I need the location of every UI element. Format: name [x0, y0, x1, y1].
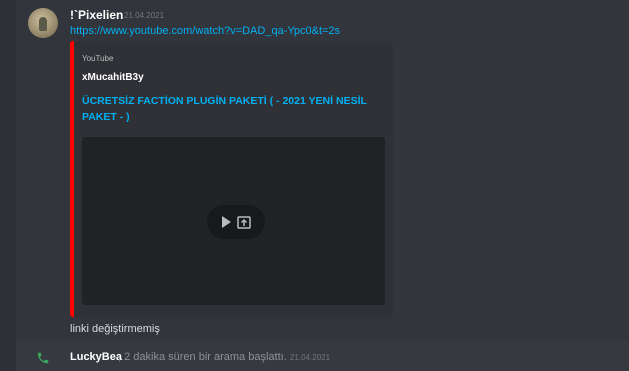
- call-timestamp: 21.04.2021: [290, 353, 331, 362]
- open-external-icon[interactable]: [237, 215, 251, 229]
- left-edge-strip: [0, 0, 16, 371]
- message-timestamp: 21.04.2021: [124, 11, 165, 20]
- call-username[interactable]: LuckyBea: [70, 351, 122, 363]
- embed-author[interactable]: xMucahitB3y: [82, 72, 144, 83]
- message-link[interactable]: https://www.youtube.com/watch?v=DAD_qa-Y…: [70, 25, 340, 37]
- video-thumbnail[interactable]: [82, 137, 385, 305]
- video-controls: [207, 205, 265, 239]
- message-author[interactable]: !`Pixelien: [70, 8, 123, 22]
- embed-title[interactable]: ÜCRETSİZ FACTİON PLUGİN PAKETİ ( - 2021 …: [82, 93, 382, 125]
- avatar-figure: [39, 17, 47, 31]
- youtube-embed: YouTube xMucahitB3y ÜCRETSİZ FACTİON PLU…: [70, 41, 393, 317]
- embed-provider[interactable]: YouTube: [82, 54, 113, 63]
- phone-icon: [37, 352, 49, 364]
- call-description: , 2 dakika süren bir arama başlattı.: [118, 351, 287, 363]
- avatar[interactable]: [28, 8, 58, 38]
- message-text: linki değiştirmemiş: [70, 323, 160, 335]
- play-icon[interactable]: [222, 216, 231, 228]
